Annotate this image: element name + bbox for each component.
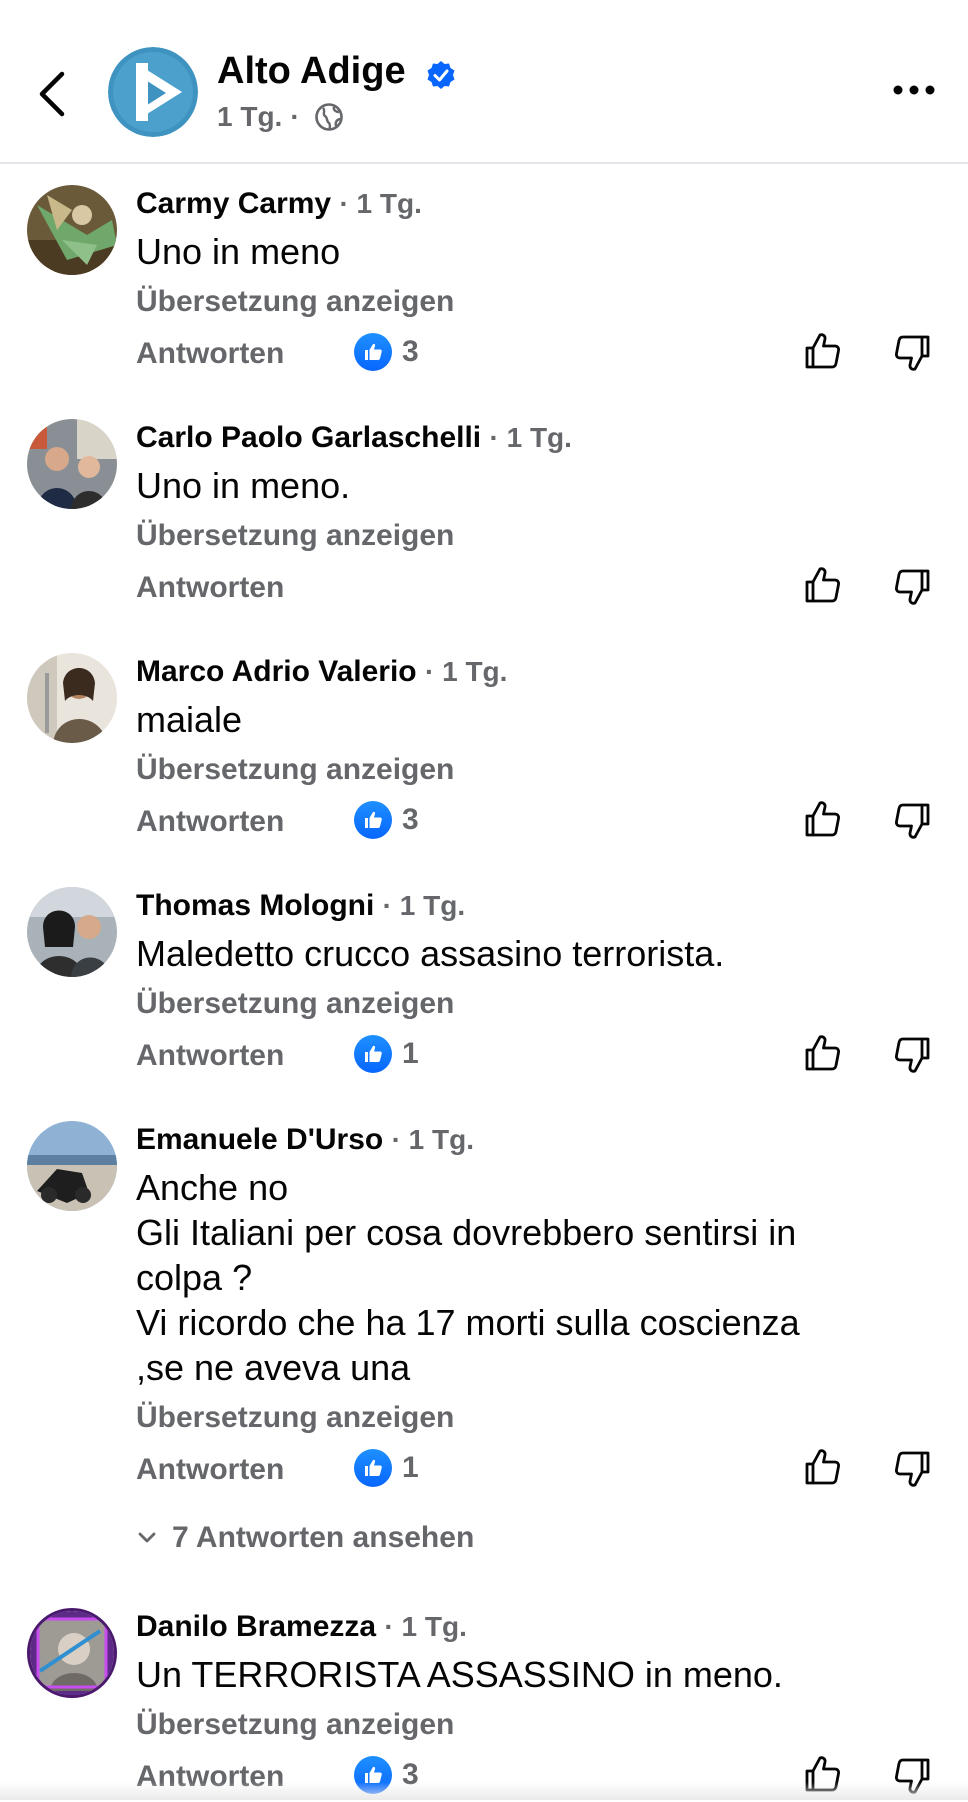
comment-header: Marco Adrio Valerio · 1 Tg. bbox=[136, 655, 507, 689]
comment-text-line: ,se ne aveva una bbox=[136, 1347, 411, 1388]
like-reaction-icon bbox=[354, 333, 392, 371]
comment-text-line: Vi ricordo che ha 17 morti sulla coscien… bbox=[136, 1302, 800, 1343]
comment-author[interactable]: Emanuele D'Urso bbox=[136, 1123, 383, 1156]
bottom-fade bbox=[0, 1782, 968, 1800]
comment-author[interactable]: Marco Adrio Valerio bbox=[136, 655, 417, 688]
reply-button[interactable]: Antworten bbox=[136, 805, 284, 839]
reaction-summary[interactable]: 3 bbox=[354, 333, 419, 371]
comment-time[interactable]: · 1 Tg. bbox=[425, 656, 507, 687]
post-meta: 1 Tg. · bbox=[217, 101, 344, 133]
comment-author[interactable]: Thomas Mologni bbox=[136, 889, 374, 922]
like-reaction-icon bbox=[354, 801, 392, 839]
thumbs-up-icon[interactable] bbox=[801, 1031, 845, 1075]
globe-icon bbox=[314, 103, 343, 131]
comment-header: Thomas Mologni · 1 Tg. bbox=[136, 889, 465, 923]
thumbs-down-icon[interactable] bbox=[890, 565, 934, 609]
comment-actions: Antworten 3 bbox=[0, 329, 968, 379]
thumbs-up-icon[interactable] bbox=[801, 563, 845, 607]
comment-text-line: Anche no bbox=[136, 1167, 289, 1208]
back-button[interactable] bbox=[30, 62, 80, 122]
comment-actions: Antworten 3 bbox=[0, 797, 968, 847]
reply-button[interactable]: Antworten bbox=[136, 337, 284, 371]
avatar[interactable] bbox=[27, 1608, 117, 1698]
see-translation-link[interactable]: Übersetzung anzeigen bbox=[136, 753, 454, 787]
comment-text: Un TERRORISTA ASSASSINO in meno. bbox=[136, 1652, 926, 1697]
see-translation-link[interactable]: Übersetzung anzeigen bbox=[136, 1401, 454, 1435]
thumbs-up-icon[interactable] bbox=[801, 329, 845, 373]
comment-text-line: Uno in meno. bbox=[136, 465, 351, 506]
like-count: 1 bbox=[402, 1451, 419, 1484]
reply-button[interactable]: Antworten bbox=[136, 1453, 284, 1487]
chevron-left-icon bbox=[39, 71, 65, 117]
comment-header: Carlo Paolo Garlaschelli · 1 Tg. bbox=[136, 421, 572, 455]
more-options-button[interactable] bbox=[890, 80, 940, 100]
comment-text: Uno in meno bbox=[136, 229, 926, 274]
comment-author[interactable]: Danilo Bramezza bbox=[136, 1610, 376, 1643]
comment-text: Uno in meno. bbox=[136, 463, 926, 508]
comment-time[interactable]: · 1 Tg. bbox=[339, 188, 421, 219]
comment-header: Danilo Bramezza · 1 Tg. bbox=[136, 1610, 467, 1644]
avatar[interactable] bbox=[27, 653, 117, 743]
thumbs-up-icon[interactable] bbox=[801, 1445, 845, 1489]
view-replies-button[interactable]: 7 Antworten ansehen bbox=[136, 1521, 474, 1555]
avatar[interactable] bbox=[27, 887, 117, 977]
comment-time[interactable]: · 1 Tg. bbox=[384, 1611, 466, 1642]
see-translation-link[interactable]: Übersetzung anzeigen bbox=[136, 519, 454, 553]
page-name[interactable]: Alto Adige bbox=[217, 50, 406, 93]
comment-author[interactable]: Carmy Carmy bbox=[136, 187, 331, 220]
reaction-summary[interactable]: 1 bbox=[354, 1449, 419, 1487]
like-count: 3 bbox=[402, 803, 419, 836]
comment-text-line: colpa ? bbox=[136, 1257, 253, 1298]
see-translation-link[interactable]: Übersetzung anzeigen bbox=[136, 987, 454, 1021]
like-reaction-icon bbox=[354, 1035, 392, 1073]
comment-header: Carmy Carmy · 1 Tg. bbox=[136, 187, 422, 221]
comment-text-line: Gli Italiani per cosa dovrebbero sentirs… bbox=[136, 1212, 797, 1253]
like-count: 3 bbox=[402, 335, 419, 368]
post-header: Alto Adige 1 Tg. · bbox=[0, 0, 968, 164]
comment-header: Emanuele D'Urso · 1 Tg. bbox=[136, 1123, 474, 1157]
comment-text-line: Un TERRORISTA ASSASSINO in meno. bbox=[136, 1654, 783, 1695]
thumbs-down-icon[interactable] bbox=[890, 331, 934, 375]
comment-author[interactable]: Carlo Paolo Garlaschelli bbox=[136, 421, 481, 454]
thumbs-down-icon[interactable] bbox=[890, 799, 934, 843]
avatar[interactable] bbox=[27, 1121, 117, 1211]
comment-time[interactable]: · 1 Tg. bbox=[392, 1124, 474, 1155]
comment-time[interactable]: · 1 Tg. bbox=[489, 422, 571, 453]
like-reaction-icon bbox=[354, 1449, 392, 1487]
meta-separator: · bbox=[290, 101, 300, 132]
reply-button[interactable]: Antworten bbox=[136, 1039, 284, 1073]
comment-time[interactable]: · 1 Tg. bbox=[383, 890, 465, 921]
thumbs-down-icon[interactable] bbox=[890, 1447, 934, 1491]
reaction-summary[interactable]: 1 bbox=[354, 1035, 419, 1073]
comment-actions: Antworten bbox=[0, 563, 968, 613]
comment-text: maiale bbox=[136, 697, 926, 742]
avatar[interactable] bbox=[27, 419, 117, 509]
comment-text-line: Uno in meno bbox=[136, 231, 341, 272]
view-replies-label: 7 Antworten ansehen bbox=[172, 1521, 475, 1554]
comment-text-line: maiale bbox=[136, 699, 243, 740]
like-count: 1 bbox=[402, 1037, 419, 1070]
reaction-summary[interactable]: 3 bbox=[354, 801, 419, 839]
see-translation-link[interactable]: Übersetzung anzeigen bbox=[136, 1708, 454, 1742]
comment-actions: Antworten 1 bbox=[0, 1031, 968, 1081]
avatar[interactable] bbox=[27, 185, 117, 275]
comment-text: Anche no Gli Italiani per cosa dovrebber… bbox=[136, 1165, 926, 1390]
post-time[interactable]: 1 Tg. bbox=[217, 101, 282, 133]
comment-actions: Antworten 1 bbox=[0, 1445, 968, 1495]
comment-text: Maledetto crucco assasino terrorista. bbox=[136, 931, 926, 976]
reply-button[interactable]: Antworten bbox=[136, 571, 284, 605]
page-avatar[interactable] bbox=[108, 47, 198, 137]
verified-badge-icon bbox=[426, 60, 456, 90]
chevron-down-icon bbox=[138, 1532, 156, 1543]
thumbs-up-icon[interactable] bbox=[801, 797, 845, 841]
comment-text-line: Maledetto crucco assasino terrorista. bbox=[136, 933, 725, 974]
see-translation-link[interactable]: Übersetzung anzeigen bbox=[136, 285, 454, 319]
thumbs-down-icon[interactable] bbox=[890, 1033, 934, 1077]
more-horizontal-icon bbox=[893, 85, 935, 95]
